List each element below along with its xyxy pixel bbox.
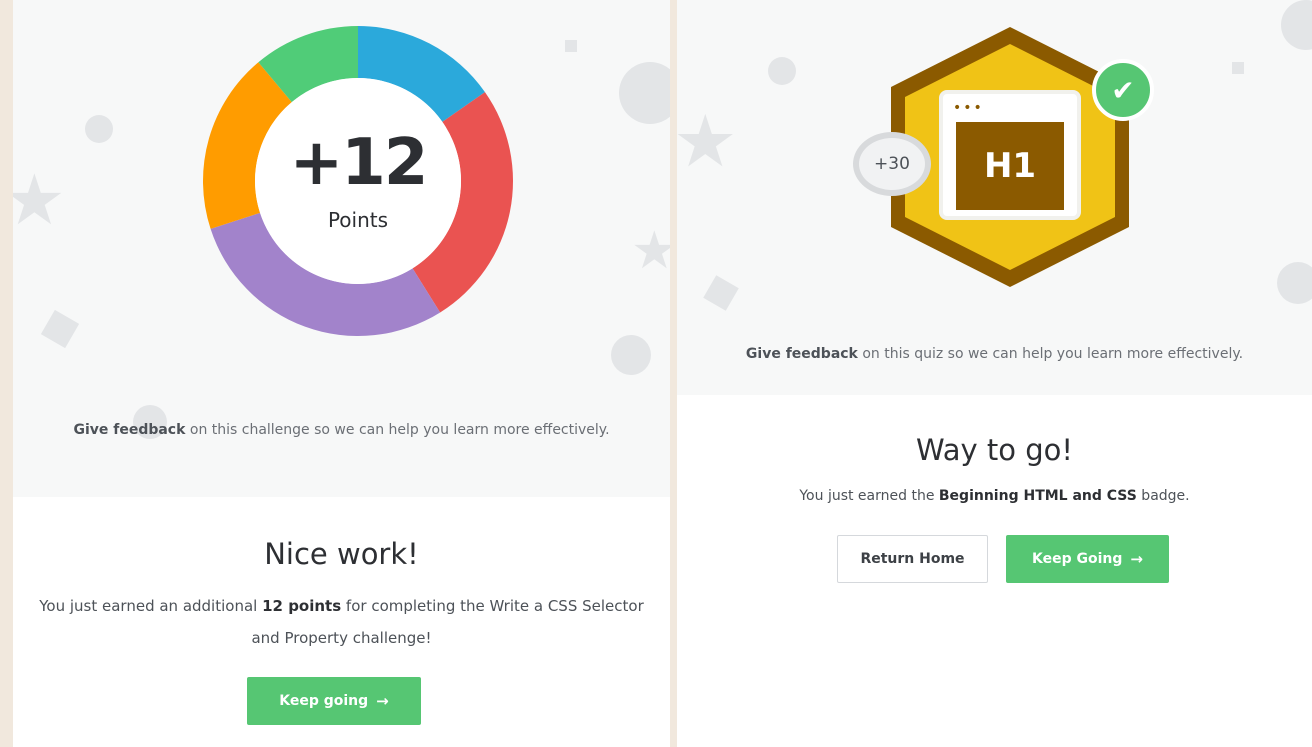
completion-message: You just earned an additional 12 points … — [13, 590, 670, 654]
page-title: Nice work! — [264, 537, 419, 571]
browser-window-icon: ••• H1 — [939, 90, 1081, 220]
give-feedback-link[interactable]: Give feedback — [73, 422, 185, 438]
badge-hero: ★ ••• H1 +30 ✔ Give feedback on this qui… — [677, 0, 1312, 395]
arrow-right-icon: → — [376, 692, 389, 710]
keep-going-button[interactable]: Keep Going → — [1006, 535, 1169, 583]
points-bubble: +30 — [853, 132, 931, 196]
keep-going-button[interactable]: Keep going → — [247, 677, 421, 725]
points-earned-number: +12 — [289, 126, 429, 200]
celebration-hero: ★ ★ +12 Points Give feedback on this cha… — [13, 0, 670, 497]
return-home-button[interactable]: Return Home — [837, 535, 988, 583]
keep-going-label: Keep Going — [1032, 551, 1123, 567]
points-label: Points — [327, 208, 389, 232]
feedback-prompt: Give feedback on this quiz so we can hel… — [677, 343, 1312, 365]
give-feedback-link[interactable]: Give feedback — [746, 346, 858, 362]
feedback-text: on this quiz so we can help you learn mo… — [857, 346, 1244, 362]
check-icon: ✔ — [1092, 59, 1154, 121]
feedback-text: on this challenge so we can help you lea… — [185, 422, 610, 438]
return-home-label: Return Home — [860, 551, 965, 567]
challenge-complete-card: ★ ★ +12 Points Give feedback on this cha… — [13, 0, 670, 747]
page-title: Way to go! — [915, 433, 1074, 467]
arrow-right-icon: → — [1130, 550, 1143, 568]
keep-going-label: Keep going — [279, 693, 369, 709]
quiz-complete-card: ★ ••• H1 +30 ✔ Give feedback on this qui… — [677, 0, 1312, 747]
message-prefix: You just earned the — [799, 488, 939, 504]
message-suffix: badge. — [1136, 488, 1190, 504]
message-prefix: You just earned an additional — [39, 597, 263, 615]
badge-name: Beginning HTML and CSS — [938, 488, 1137, 504]
window-dots: ••• — [953, 100, 984, 116]
badge-message: You just earned the Beginning HTML and C… — [677, 480, 1312, 512]
feedback-prompt: Give feedback on this challenge so we ca… — [13, 419, 670, 441]
badge-title: H1 — [956, 122, 1064, 210]
points-earned-text: 12 points — [262, 597, 342, 615]
